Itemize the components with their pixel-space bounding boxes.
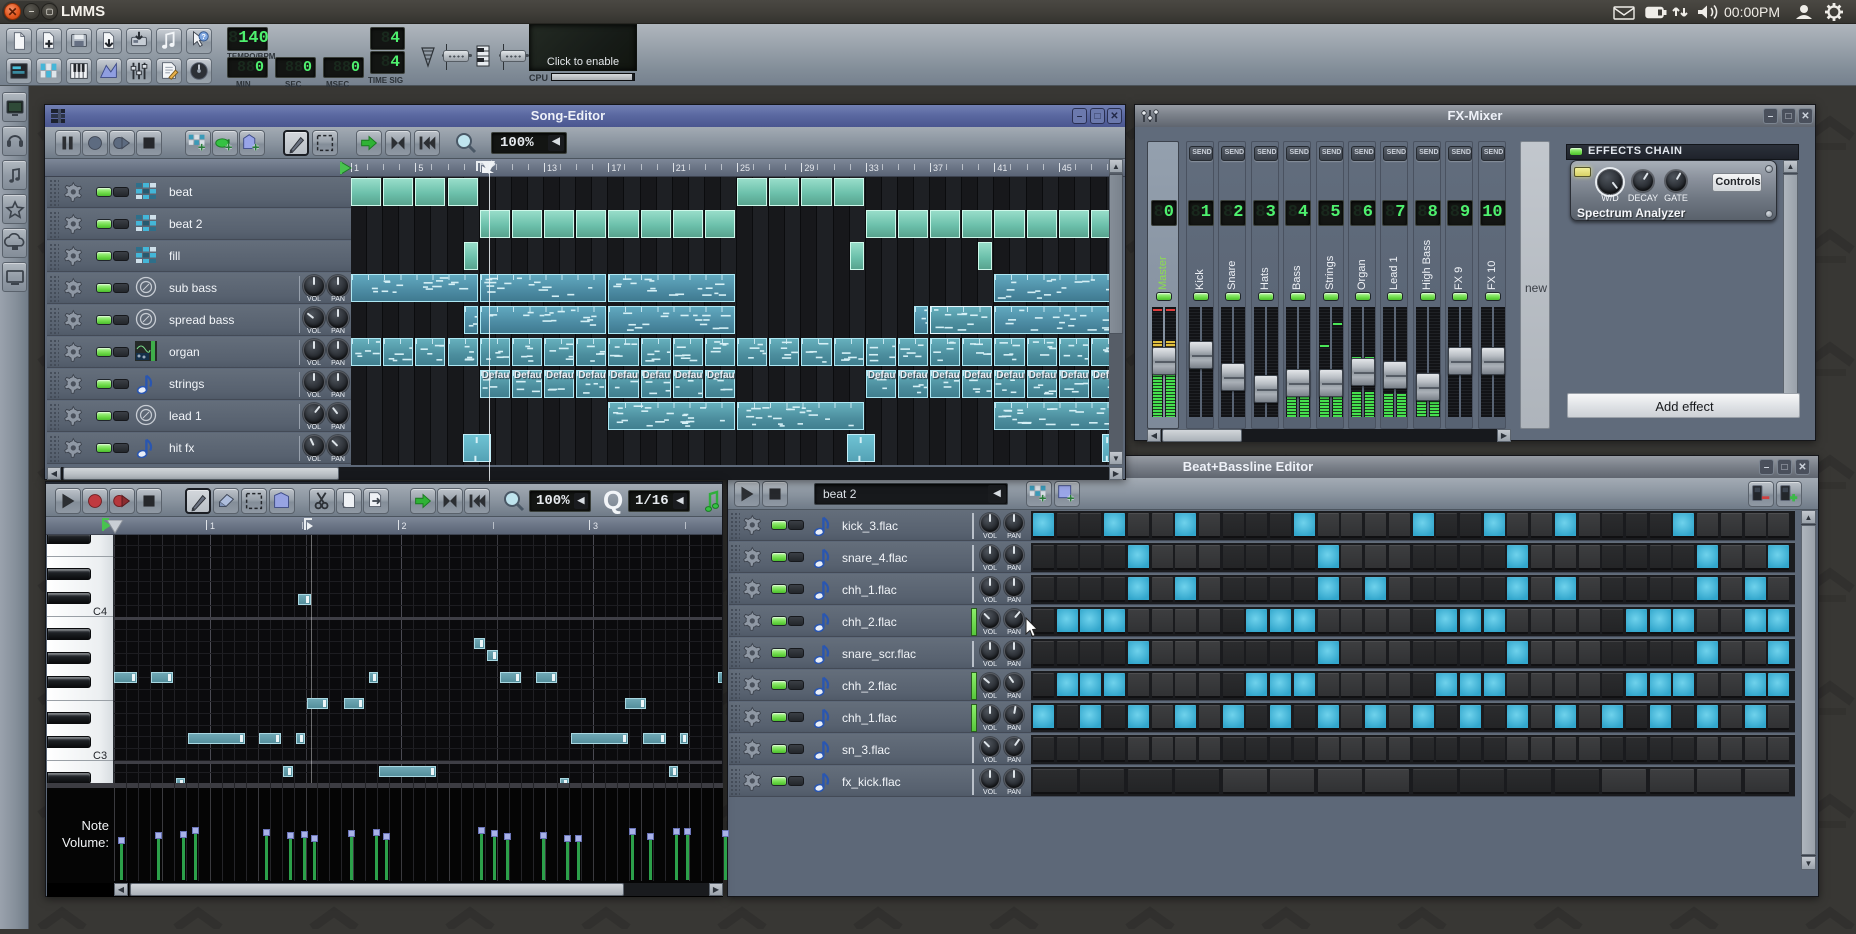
svg-text:?: ? (201, 32, 206, 41)
